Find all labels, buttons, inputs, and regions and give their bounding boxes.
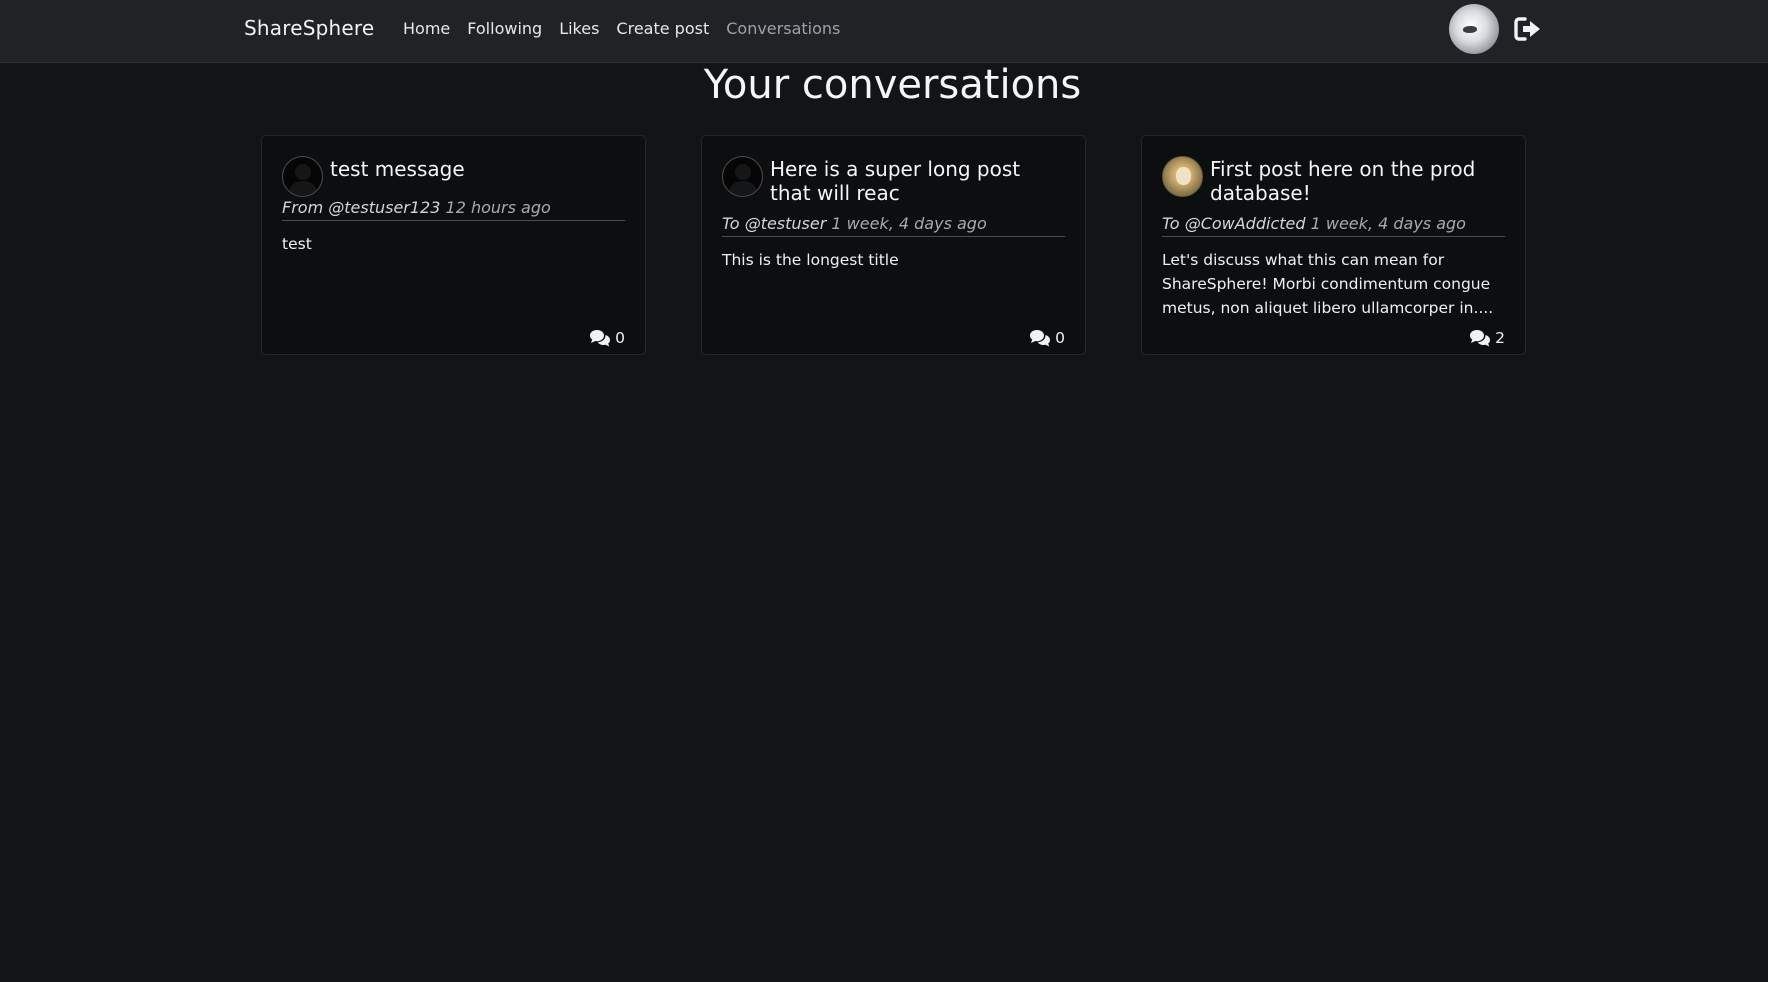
conversation-direction: To	[722, 214, 740, 233]
conversation-user[interactable]: @CowAddicted	[1185, 214, 1306, 233]
comments-icon	[1030, 330, 1051, 347]
conversation-title[interactable]: Here is a super long post that will reac	[770, 156, 1065, 205]
conversation-meta: To @testuser 1 week, 4 days ago	[722, 214, 1065, 237]
comment-count-value: 0	[615, 329, 625, 347]
conversation-user[interactable]: @testuser	[745, 214, 827, 233]
conversation-card[interactable]: test message From @testuser123 12 hours …	[261, 135, 646, 355]
photo-avatar-icon	[1162, 156, 1203, 197]
conversation-direction: From	[282, 198, 324, 217]
conversation-time: 1 week, 4 days ago	[1310, 214, 1466, 233]
conversation-user[interactable]: @testuser123	[328, 198, 440, 217]
comment-count: 0	[1029, 329, 1065, 347]
conversation-time: 12 hours ago	[445, 198, 551, 217]
conversation-body: This is the longest title	[722, 251, 899, 269]
conversation-direction: To	[1162, 214, 1180, 233]
default-avatar-icon	[722, 156, 763, 197]
conversation-meta: From @testuser123 12 hours ago	[282, 198, 625, 221]
conversation-meta: To @CowAddicted 1 week, 4 days ago	[1162, 214, 1505, 237]
top-navbar: ShareSphere Home Following Likes Create …	[0, 0, 1768, 63]
sign-out-icon[interactable]	[1514, 16, 1542, 42]
brand-logo[interactable]: ShareSphere	[244, 16, 374, 40]
user-avatar[interactable]	[1449, 4, 1499, 54]
nav-link-likes[interactable]: Likes	[559, 19, 599, 38]
comment-count-value: 2	[1495, 329, 1505, 347]
nav-link-create-post[interactable]: Create post	[616, 19, 709, 38]
default-avatar-icon	[282, 156, 323, 197]
comment-count: 0	[589, 329, 625, 347]
comments-icon	[590, 330, 611, 347]
nav-links: Home Following Likes Create post Convers…	[403, 19, 857, 38]
conversation-title[interactable]: test message	[330, 156, 465, 197]
conversation-card[interactable]: First post here on the prod database! To…	[1141, 135, 1526, 355]
conversation-time: 1 week, 4 days ago	[831, 214, 987, 233]
page-title: Your conversations	[703, 62, 1082, 108]
conversation-title[interactable]: First post here on the prod database!	[1210, 156, 1505, 205]
comment-count-value: 0	[1055, 329, 1065, 347]
nav-link-following[interactable]: Following	[467, 19, 542, 38]
comments-icon	[1470, 330, 1491, 347]
nav-link-home[interactable]: Home	[403, 19, 450, 38]
nav-link-conversations[interactable]: Conversations	[726, 19, 840, 38]
conversation-card[interactable]: Here is a super long post that will reac…	[701, 135, 1086, 355]
conversation-body: Let's discuss what this can mean for Sha…	[1162, 251, 1494, 317]
conversation-body: test	[282, 235, 312, 253]
comment-count: 2	[1469, 329, 1505, 347]
